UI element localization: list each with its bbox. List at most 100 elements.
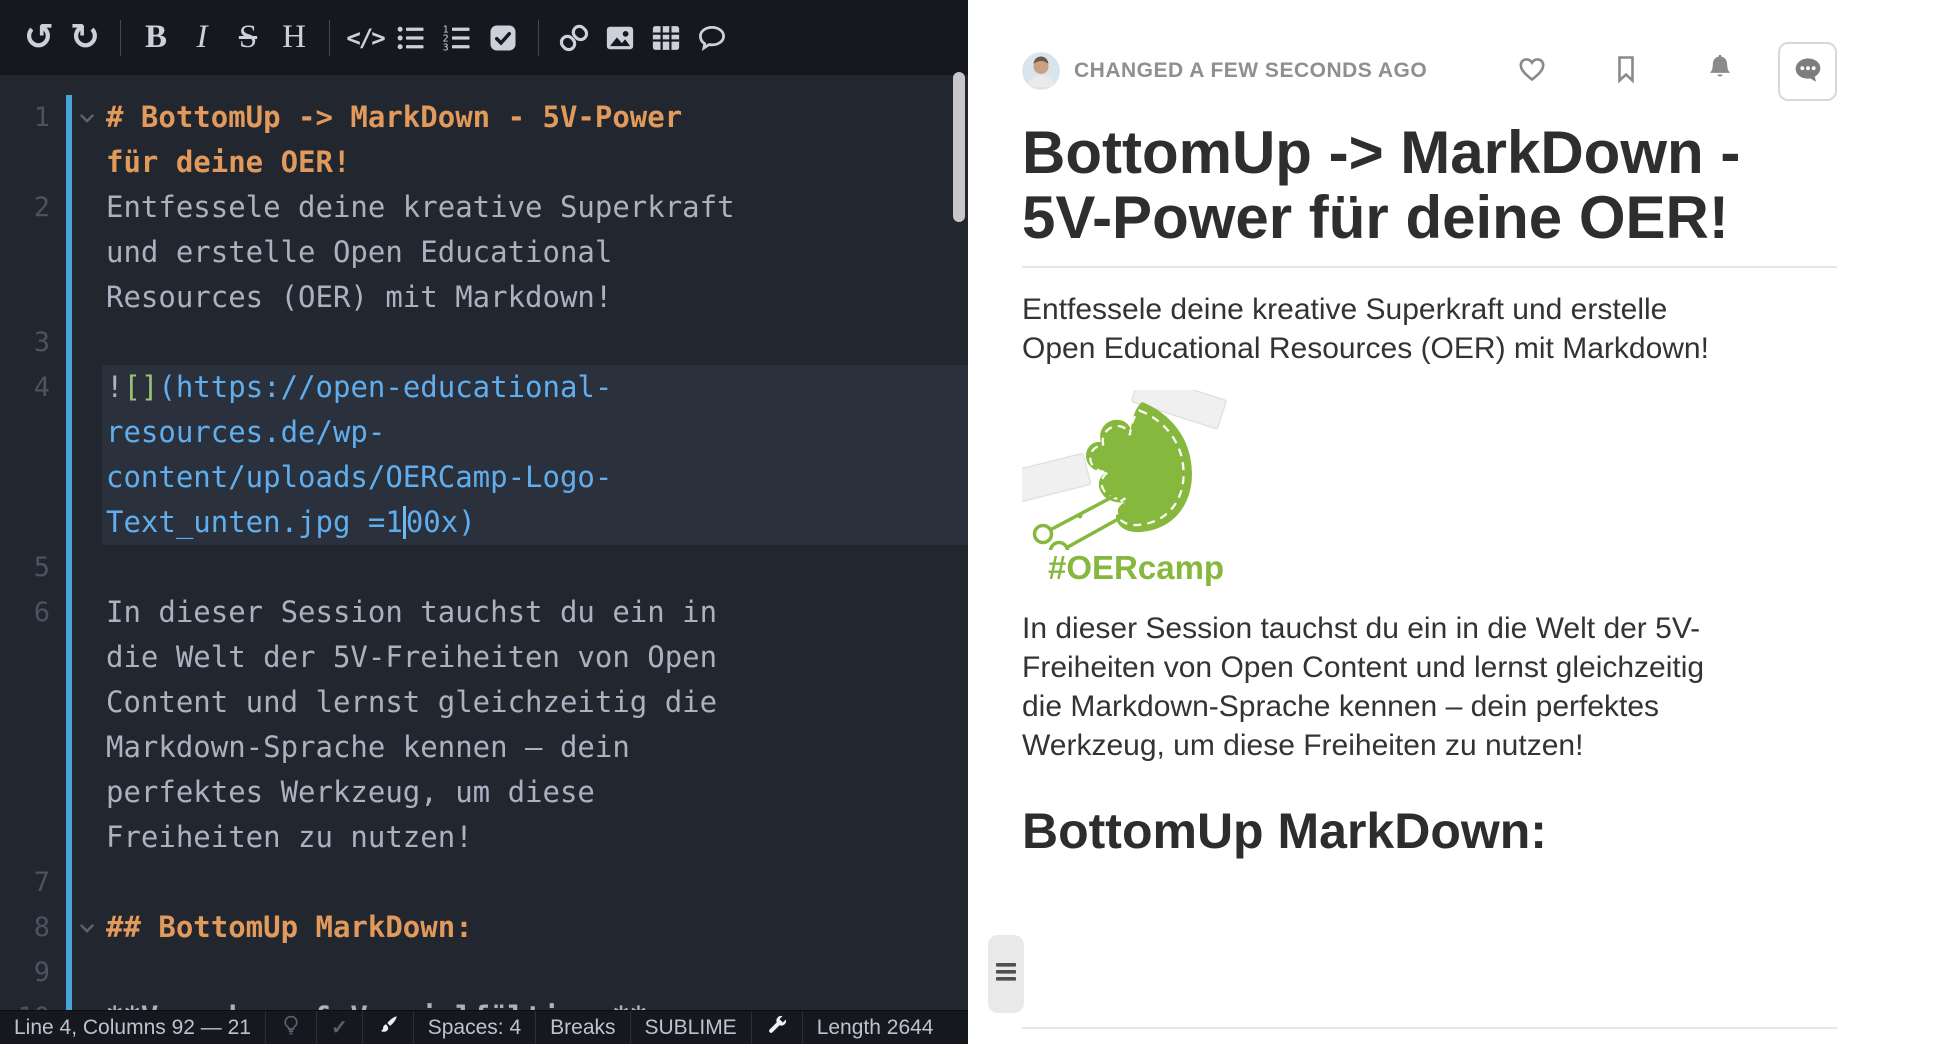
redo-icon: ↻ [70,20,100,56]
code-text[interactable]: die Welt der 5V-Freiheiten von Open [102,635,968,680]
editor-line[interactable]: resources.de/wp- [0,410,968,455]
status-bar: Line 4, Columns 92 — 21 ✓ Spaces: 4 Brea… [0,1010,968,1044]
preferences-button[interactable] [752,1011,803,1044]
editor-line[interactable]: Markdown-Sprache kennen – dein [0,725,968,770]
code-segment: 00x) [406,505,476,539]
italic-icon: I [197,21,208,54]
editor-line[interactable]: 7 [0,860,968,905]
linebreak-setting[interactable]: Breaks [536,1011,630,1044]
code-text[interactable] [102,860,968,905]
fold-arrow-icon[interactable] [72,905,102,950]
line-number: 1 [0,95,50,140]
code-text[interactable]: für deine OER! [102,140,968,185]
editor-line[interactable]: 10**Verwahren & Vervielfältigen** [0,995,968,1010]
strikethrough-icon: S [239,21,257,54]
editor-line[interactable]: 8 ## BottomUp MarkDown: [0,905,968,950]
editor-line[interactable]: 2Entfessele deine kreative Superkraft [0,185,968,230]
ordered-list-button[interactable]: 123 [434,13,480,63]
bookmark-button[interactable] [1610,53,1642,90]
table-button[interactable] [643,13,689,63]
heading-button[interactable]: H [271,13,317,63]
editor-line[interactable]: content/uploads/OERCamp-Logo- [0,455,968,500]
editor-line[interactable]: 6In dieser Session tauchst du ein in [0,590,968,635]
night-mode-toggle[interactable] [266,1011,317,1044]
fold-gutter [72,545,102,590]
keymap-setting[interactable]: SUBLIME [631,1011,752,1044]
bullet-list-button[interactable] [388,13,434,63]
undo-button[interactable]: ↺ [16,13,62,63]
toolbar-separator [120,20,121,56]
editor-line[interactable]: Freiheiten zu nutzen! [0,815,968,860]
fold-gutter [72,860,102,905]
code-text[interactable]: Entfessele deine kreative Superkraft [102,185,968,230]
code-button[interactable]: </> [342,13,388,63]
italic-button[interactable]: I [179,13,225,63]
code-text[interactable]: Text_unten.jpg =100x) [102,500,968,545]
code-text[interactable] [102,545,968,590]
code-text[interactable]: # BottomUp -> MarkDown - 5V-Power [102,95,968,140]
editor-line[interactable]: Content und lernst gleichzeitig die [0,680,968,725]
code-text[interactable]: **Verwahren & Vervielfältigen** [102,995,968,1010]
spellcheck-toggle[interactable]: ✓ [317,1011,363,1044]
strikethrough-button[interactable]: S [225,13,271,63]
like-button[interactable] [1516,53,1548,90]
code-editor[interactable]: 1 # BottomUp -> MarkDown - 5V-Power für de… [0,75,968,1010]
comments-button[interactable] [1778,42,1837,101]
line-number: 8 [0,905,50,950]
check-list-button[interactable] [480,13,526,63]
code-text[interactable]: ## BottomUp MarkDown: [102,905,968,950]
editor-line[interactable]: 4![](https://open-educational- [0,365,968,410]
code-text[interactable]: Freiheiten zu nutzen! [102,815,968,860]
split-drag-handle[interactable] [988,935,1024,1013]
fold-gutter [72,365,102,410]
code-text[interactable]: Content und lernst gleichzeitig die [102,680,968,725]
image-button[interactable] [597,13,643,63]
toolbar-separator [329,20,330,56]
code-segment: [] [123,370,158,404]
editor-line[interactable]: 1 # BottomUp -> MarkDown - 5V-Power [0,95,968,140]
fold-arrow-icon[interactable] [72,95,102,140]
author-avatar[interactable] [1022,52,1060,90]
code-text[interactable]: Markdown-Sprache kennen – dein [102,725,968,770]
code-text[interactable]: und erstelle Open Educational [102,230,968,275]
indent-setting[interactable]: Spaces: 4 [414,1011,536,1044]
editor-line[interactable]: Text_unten.jpg =100x) [0,500,968,545]
code-text[interactable]: content/uploads/OERCamp-Logo- [102,455,968,500]
bold-button[interactable]: B [133,13,179,63]
editor-scrollbar-thumb[interactable] [953,72,965,222]
heading-icon: H [282,21,306,54]
editor-line[interactable]: Resources (OER) mit Markdown! [0,275,968,320]
code-segment: perfektes Werkzeug, um diese [106,775,595,809]
typewriter-brush-toggle[interactable] [363,1011,414,1044]
subscribe-button[interactable] [1704,53,1736,90]
line-number: 9 [0,950,50,995]
editor-line[interactable]: 3 [0,320,968,365]
fold-gutter [72,950,102,995]
line-number [0,680,50,725]
line-number [0,725,50,770]
editor-line[interactable]: die Welt der 5V-Freiheiten von Open [0,635,968,680]
oercamp-logo: #OERcamp [1022,390,1232,587]
code-text[interactable]: resources.de/wp- [102,410,968,455]
ordered-list-icon: 123 [442,23,472,53]
code-text[interactable] [102,950,968,995]
comment-button[interactable] [689,13,735,63]
editor-line[interactable]: 5 [0,545,968,590]
editor-line[interactable]: perfektes Werkzeug, um diese [0,770,968,815]
code-text[interactable] [102,320,968,365]
bell-icon [1704,53,1736,90]
editor-line[interactable]: für deine OER! [0,140,968,185]
redo-button[interactable]: ↻ [62,13,108,63]
line-number [0,635,50,680]
code-text[interactable]: ![](https://open-educational- [102,365,968,410]
editor-line[interactable]: und erstelle Open Educational [0,230,968,275]
line-number: 7 [0,860,50,905]
wrench-icon [766,1014,788,1042]
code-segment: für deine OER! [106,145,350,179]
editor-line[interactable]: 9 [0,950,968,995]
code-text[interactable]: In dieser Session tauchst du ein in [102,590,968,635]
code-text[interactable]: Resources (OER) mit Markdown! [102,275,968,320]
code-text[interactable]: perfektes Werkzeug, um diese [102,770,968,815]
link-button[interactable] [551,13,597,63]
cursor-position-status: Line 4, Columns 92 — 21 [0,1011,266,1044]
